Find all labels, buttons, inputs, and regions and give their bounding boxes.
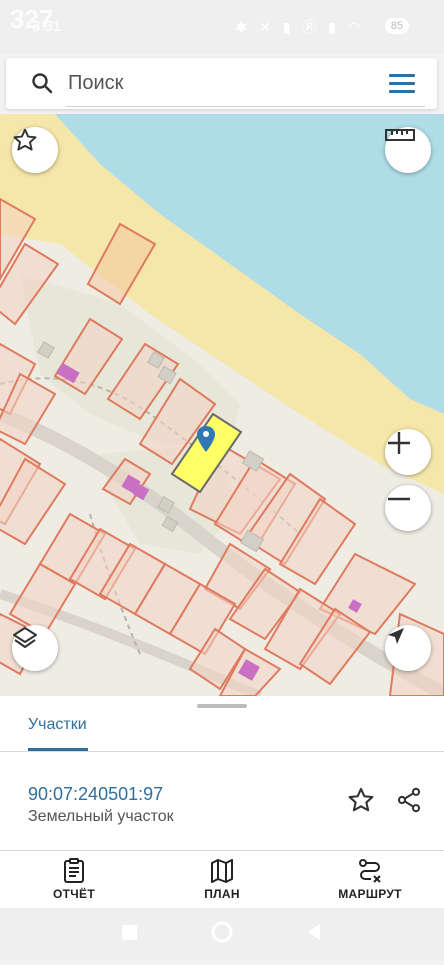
- battery-indicator: 85: [385, 18, 409, 34]
- tab-parcels[interactable]: Участки: [28, 716, 87, 734]
- drag-handle[interactable]: [197, 704, 247, 708]
- favorite-parcel-button[interactable]: [347, 786, 377, 816]
- system-nav-bar: [0, 908, 444, 960]
- parcel-id-link[interactable]: 90:07:240501:97: [28, 784, 163, 805]
- zoom-in-button[interactable]: [385, 429, 431, 475]
- map-view[interactable]: [0, 114, 444, 696]
- ruler-icon: [385, 129, 415, 141]
- route-icon: [359, 859, 381, 883]
- status-icons: ✱ ✕ ▮ Ⓡ ▮ ◠: [235, 19, 364, 35]
- ruler-button[interactable]: [385, 127, 431, 173]
- star-icon: [13, 128, 37, 151]
- nav-route-label: МАРШРУТ: [338, 887, 402, 901]
- nav-report[interactable]: ОТЧЁТ: [19, 856, 129, 906]
- status-bar: 327 3:31 ✱ ✕ ▮ Ⓡ ▮ ◠ 85: [0, 0, 444, 54]
- share-icon: [397, 787, 421, 813]
- zoom-out-button[interactable]: [385, 485, 431, 531]
- menu-icon[interactable]: [389, 74, 415, 94]
- star-outline-icon: [348, 787, 374, 812]
- search-icon[interactable]: [30, 71, 54, 100]
- status-time: 3:31: [32, 18, 62, 35]
- search-underline: [66, 106, 425, 107]
- home-button: [211, 921, 233, 943]
- report-icon: [64, 858, 84, 883]
- zoom-out-icon: [388, 497, 410, 501]
- nav-route[interactable]: МАРШРУТ: [315, 856, 425, 906]
- info-panel: Участки 90:07:240501:97 Земельный участо…: [0, 696, 444, 908]
- nav-plan-label: ПЛАН: [204, 887, 240, 901]
- layers-icon: [13, 627, 37, 648]
- favorite-button[interactable]: [12, 127, 58, 173]
- locate-button[interactable]: [385, 625, 431, 671]
- search-input[interactable]: Поиск: [68, 72, 123, 95]
- back-button: [308, 924, 320, 940]
- share-button[interactable]: [395, 786, 425, 816]
- map-icon: [211, 859, 233, 883]
- map-canvas[interactable]: [0, 114, 444, 696]
- parcel-type: Земельный участок: [28, 808, 174, 825]
- recents-button: [122, 925, 137, 940]
- divider: [0, 751, 444, 752]
- nav-report-label: ОТЧЁТ: [53, 887, 95, 901]
- locate-arrow-icon: [388, 628, 404, 644]
- divider: [0, 850, 444, 851]
- zoom-in-icon: [388, 432, 410, 454]
- search-bar[interactable]: Поиск: [6, 58, 437, 109]
- layers-button[interactable]: [12, 625, 58, 671]
- nav-plan[interactable]: ПЛАН: [167, 856, 277, 906]
